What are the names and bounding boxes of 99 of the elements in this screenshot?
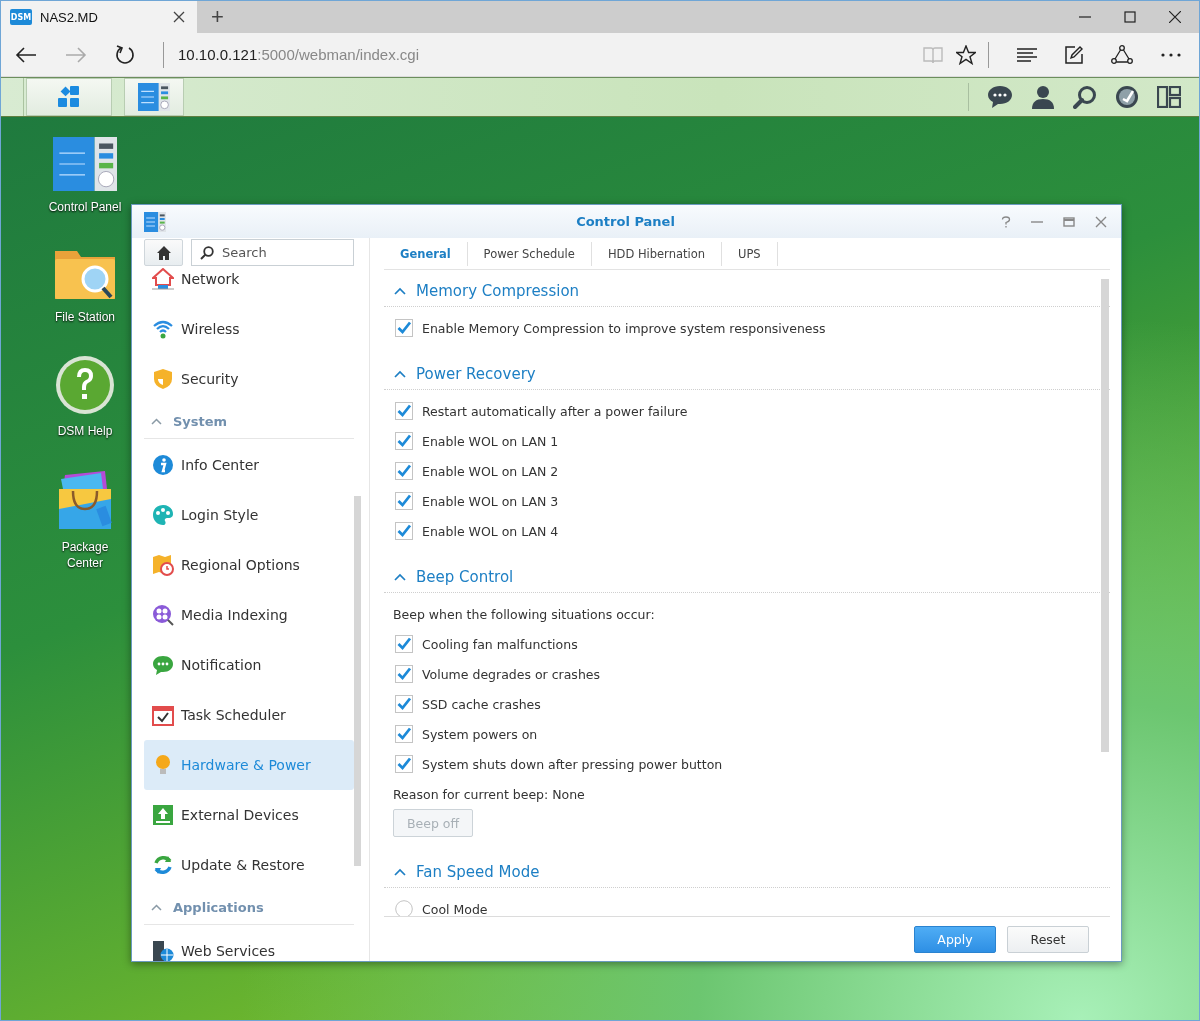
maximize-icon[interactable] [1063,216,1075,227]
checkbox[interactable] [395,522,413,540]
checkbox-label: Enable WOL on LAN 1 [422,433,559,449]
star-icon[interactable] [956,44,976,65]
checkbox[interactable] [395,319,413,337]
checkbox-label: System powers on [422,726,538,742]
help-icon[interactable] [1001,215,1011,228]
checkbox-label: Enable WOL on LAN 2 [422,463,559,479]
checkbox-label: System shuts down after pressing power button [422,756,723,772]
user-icon[interactable] [1031,85,1055,109]
sidebar-item[interactable]: Notification [144,640,354,690]
description-text: Reason for current beep: None [393,786,585,802]
tab[interactable]: Power Schedule [467,238,591,269]
checkbox-label: Enable Memory Compression to improve system responsiveness [422,320,826,336]
home-button[interactable] [144,239,183,266]
description-text: Beep when the following situations occur: [393,606,655,622]
browser-tab[interactable]: DSM NAS2.MD [1,1,197,33]
control-panel-icon [144,211,166,232]
caret-up-icon [394,287,406,295]
sidebar-item[interactable]: Wireless [144,304,354,354]
checkbox[interactable] [395,695,413,713]
calendar-check-icon [152,704,174,726]
caret-up-icon [394,370,406,378]
scrollbar[interactable] [1101,279,1109,752]
search-field[interactable]: Search [191,239,354,266]
info-icon [152,454,174,476]
tab[interactable]: HDD Hibernation [591,238,721,269]
palette-icon [152,504,174,526]
checkbox[interactable] [395,402,413,420]
shield-icon [152,368,174,390]
back-arrow-icon[interactable] [15,45,37,64]
gauge-icon[interactable] [1115,85,1139,109]
sidebar-item[interactable]: External Devices [144,790,354,840]
sidebar-item[interactable]: Security [144,354,354,404]
tab[interactable]: UPS [722,238,777,269]
caret-up-icon [394,573,406,581]
grid-icon [57,85,81,109]
sidebar-item[interactable]: Info Center [144,440,354,490]
maximize-icon[interactable] [1124,11,1136,23]
checkbox[interactable] [395,432,413,450]
tab[interactable]: General [384,238,467,269]
film-reel-icon [152,604,174,626]
checkbox[interactable] [395,462,413,480]
main-menu-button[interactable] [26,78,112,116]
window-title: Control Panel [575,214,676,229]
sidebar-item[interactable]: Web Services [144,926,354,961]
house-network-icon [152,268,174,290]
radio-label: Cool Mode [422,901,488,916]
checkbox-label: Restart automatically after a power failure [422,403,688,419]
refresh-arrows-icon [152,854,174,876]
new-tab-button[interactable]: + [197,1,238,33]
menu-icon[interactable] [1017,46,1037,63]
home-icon [155,244,172,261]
checkbox[interactable] [395,492,413,510]
favicon-logo: DSM [10,9,32,25]
chat-bubble-icon[interactable] [987,85,1013,109]
tab-title: NAS2.MD [40,9,99,25]
caret-up-icon [151,417,162,425]
sidebar-item[interactable]: Update & Restore [144,840,354,890]
map-clock-icon [152,554,174,576]
radio-button[interactable] [395,900,413,916]
checkbox-label: Enable WOL on LAN 4 [422,523,559,539]
checkbox-label: Enable WOL on LAN 3 [422,493,559,509]
close-icon[interactable] [1169,11,1181,23]
pencil-icon[interactable] [1065,45,1083,64]
sidebar-item[interactable]: Regional Options [144,540,354,590]
more-icon[interactable] [1161,52,1181,57]
sidebar-item[interactable]: Login Style [144,490,354,540]
help-question-icon [55,355,115,415]
checkbox-label: Cooling fan malfunctions [422,636,578,652]
checkbox-label: SSD cache crashes [422,696,541,712]
sidebar-item[interactable]: Task Scheduler [144,690,354,740]
refresh-icon[interactable] [115,44,135,65]
reset-button[interactable]: Reset [1007,925,1089,953]
caret-up-icon [394,868,406,876]
forward-arrow-icon[interactable] [65,45,87,64]
scrollbar[interactable] [354,496,361,866]
caret-up-icon [151,903,162,911]
desktop-shortcut[interactable]: File Station [37,245,133,325]
checkbox[interactable] [395,665,413,683]
close-icon[interactable] [173,11,185,23]
section-header[interactable]: Fan Speed Mode [384,857,1110,888]
control-panel-taskbar-button[interactable] [124,78,184,116]
checkbox[interactable] [395,635,413,653]
search-icon[interactable] [1073,85,1097,109]
desktop-shortcut[interactable]: Package Center [37,469,133,571]
widgets-icon[interactable] [1157,86,1181,108]
desktop-shortcut[interactable]: Control Panel [37,137,133,215]
control-panel-icon [53,137,117,191]
sidebar-item[interactable]: Media Indexing [144,590,354,640]
share-icon[interactable] [1111,44,1133,65]
wifi-icon [152,318,174,340]
chat-bubble-icon [152,654,174,676]
control-panel-icon [138,83,170,111]
checkbox[interactable] [395,725,413,743]
checkbox[interactable] [395,755,413,773]
checkbox-label: Volume degrades or crashes [422,666,600,682]
sidebar-item[interactable]: Network [144,267,354,304]
desktop-shortcut[interactable]: DSM Help [37,355,133,439]
